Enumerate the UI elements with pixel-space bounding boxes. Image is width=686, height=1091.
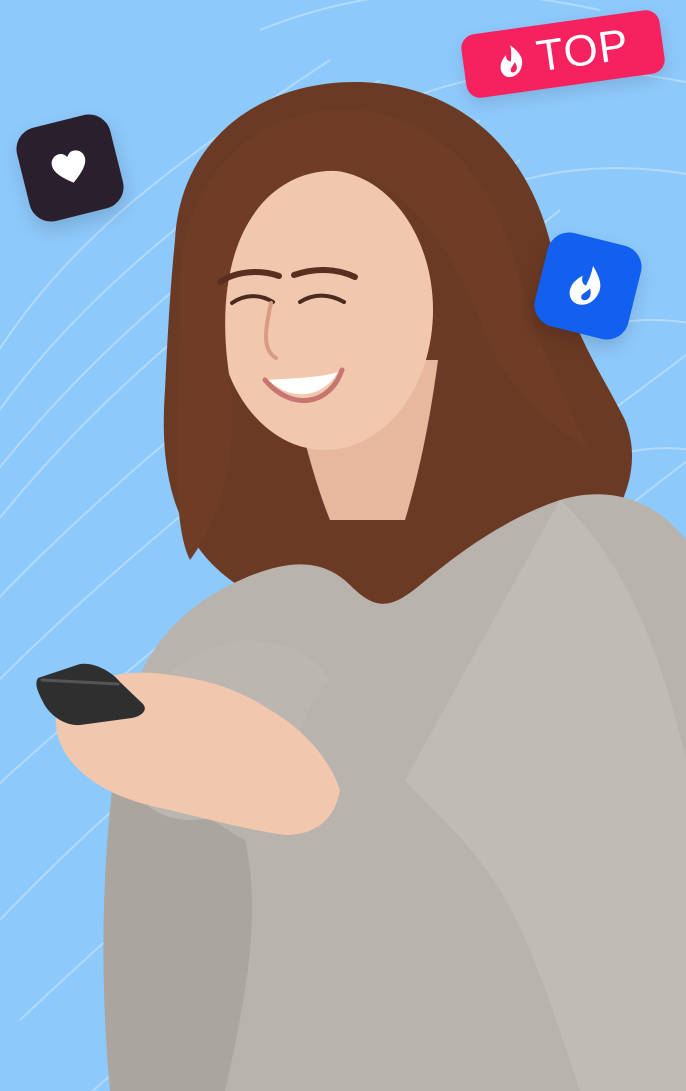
heart-icon (51, 150, 86, 183)
flame-icon (500, 45, 522, 78)
top-badge-label: TOP (533, 20, 633, 82)
flame-icon (569, 265, 601, 305)
hero-scene: TOP (0, 0, 686, 1091)
phone (36, 663, 145, 726)
